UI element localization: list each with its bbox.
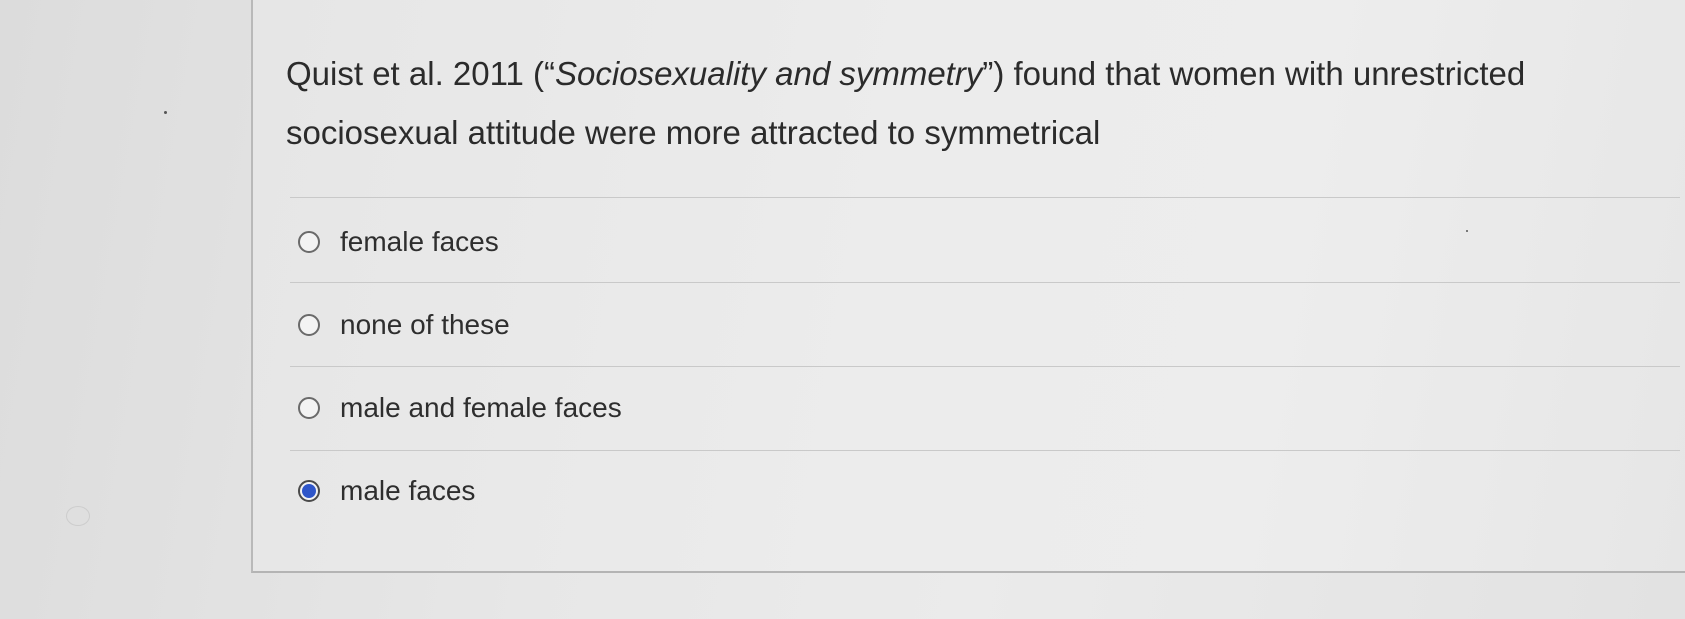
option-none-of-these[interactable]: none of these — [298, 305, 510, 345]
option-label: female faces — [340, 226, 499, 257]
divider — [290, 197, 1680, 198]
radio-button[interactable] — [298, 314, 320, 336]
radio-button-selected[interactable] — [298, 480, 320, 502]
option-male-and-female-faces[interactable]: male and female faces — [298, 388, 622, 428]
smudge — [66, 506, 90, 526]
radio-button[interactable] — [298, 397, 320, 419]
divider — [290, 450, 1680, 451]
option-female-faces[interactable]: female faces — [298, 222, 499, 262]
option-label: male faces — [340, 475, 476, 506]
question-text: Quist et al. 2011 (“Sociosexuality and s… — [286, 55, 1526, 151]
option-male-faces[interactable]: male faces — [298, 471, 475, 511]
speck — [1466, 230, 1468, 232]
radio-button[interactable] — [298, 231, 320, 253]
divider — [290, 366, 1680, 367]
speck — [164, 111, 167, 114]
divider — [290, 282, 1680, 283]
option-label: male and female faces — [340, 392, 622, 423]
option-label: none of these — [340, 309, 510, 340]
